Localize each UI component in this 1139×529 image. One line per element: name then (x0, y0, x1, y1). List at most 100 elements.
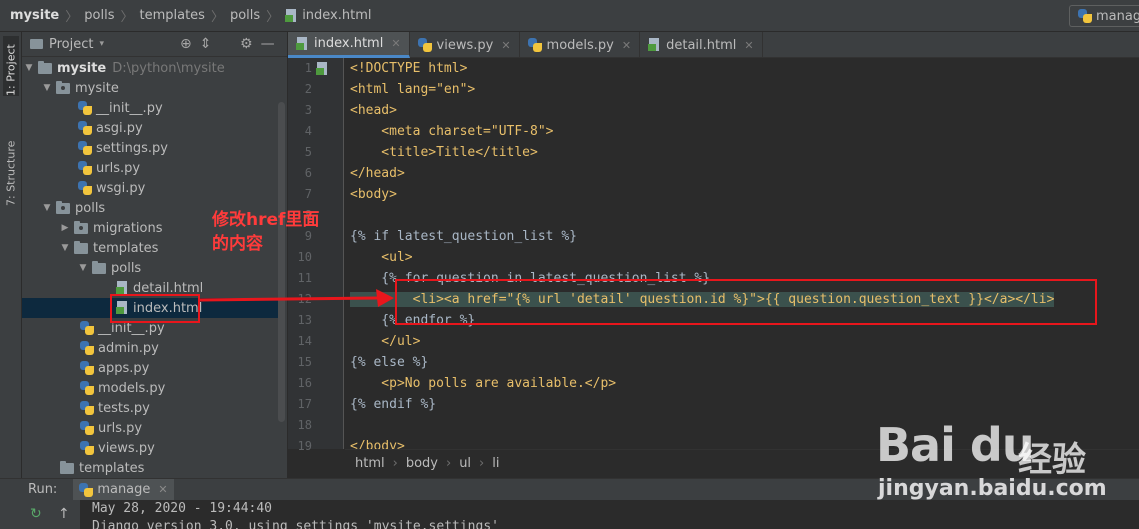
expand-arrow-icon[interactable]: ▼ (60, 243, 70, 253)
arrow-up-icon[interactable]: ↑ (58, 506, 70, 522)
code-text: </ul> (350, 334, 421, 349)
watermark-url: jingyan.baidu.com (878, 476, 1107, 501)
close-icon[interactable]: ✕ (622, 39, 631, 52)
project-folder-icon (30, 39, 43, 49)
tree-item-file[interactable]: urls.py (22, 418, 282, 438)
code-text: {% if latest_question_list %} (350, 229, 577, 244)
editor-crumb-body[interactable]: body (406, 456, 438, 471)
expand-arrow-icon[interactable]: ▼ (42, 203, 52, 213)
code-line: <html lang="en"> (350, 79, 475, 100)
run-tab-manage[interactable]: manage ✕ (73, 478, 174, 501)
editor-crumb-html[interactable]: html (355, 456, 385, 471)
close-icon[interactable]: ✕ (391, 37, 400, 50)
tree-item-label: urls.py (96, 160, 141, 176)
tab-index-html[interactable]: index.html ✕ (288, 32, 410, 58)
breadcrumb-mysite[interactable]: mysite (10, 8, 59, 23)
tree-item-file[interactable]: wsgi.py (22, 178, 282, 198)
expand-arrow-icon[interactable]: ▼ (42, 83, 52, 93)
tab-models-py[interactable]: models.py ✕ (520, 32, 641, 58)
code-line: <body> (350, 184, 397, 205)
code-line: <meta charset="UTF-8"> (350, 121, 553, 142)
line-number: 6 (304, 166, 312, 180)
breadcrumb-separator: › (445, 456, 452, 471)
code-line: </head> (350, 163, 405, 184)
breadcrumb-separator: 〉 (210, 10, 224, 25)
code-line: {% if latest_question_list %} (350, 226, 577, 247)
tree-item-file[interactable]: __init__.py (22, 98, 282, 118)
tree-item-file[interactable]: admin.py (22, 338, 282, 358)
tree-item-label: views.py (98, 440, 155, 456)
code-text: {% else %} (350, 355, 429, 370)
tree-item-file[interactable]: asgi.py (22, 118, 282, 138)
breadcrumb-polls-sub[interactable]: polls (230, 8, 260, 23)
expand-arrow-icon[interactable]: ▼ (78, 263, 88, 273)
watermark-logo: Bai du (876, 418, 1035, 472)
tree-item-mysite-pkg[interactable]: ▼ mysite (22, 78, 282, 98)
run-configuration-selector[interactable]: manag (1069, 5, 1139, 27)
breadcrumb-separator: › (479, 456, 485, 471)
expand-arrow-icon[interactable]: ▶ (60, 223, 70, 233)
tool-tab-structure[interactable]: 7: Structure (3, 124, 19, 206)
code-line: <head> (350, 100, 397, 121)
tree-item-templates-root[interactable]: templates (22, 458, 282, 478)
close-icon[interactable]: ✕ (501, 39, 510, 52)
html-file-icon (296, 36, 309, 51)
tree-item-label: wsgi.py (96, 180, 146, 196)
code-line: </ul> (350, 331, 420, 352)
python-file-icon (527, 38, 542, 52)
python-file-icon (417, 38, 432, 52)
locate-icon[interactable]: ⊕ (180, 36, 192, 52)
collapse-all-icon[interactable]: ⇕ (200, 36, 212, 52)
hide-panel-icon[interactable]: — (261, 36, 275, 52)
code-line: <p>No polls are available.</p> (350, 373, 616, 394)
tree-item-label: urls.py (98, 420, 143, 436)
tree-item-file[interactable]: models.py (22, 378, 282, 398)
editor-crumb-ul[interactable]: ul (459, 456, 471, 471)
html-file-gutter-icon[interactable] (316, 62, 329, 76)
breadcrumb-templates[interactable]: templates (139, 8, 204, 23)
line-number: 14 (297, 334, 312, 348)
expand-arrow-icon[interactable]: ▼ (24, 63, 34, 73)
python-file-icon (80, 341, 94, 355)
breadcrumb-polls[interactable]: polls (84, 8, 114, 23)
tree-item-file[interactable]: tests.py (22, 398, 282, 418)
project-tree-scrollbar[interactable] (278, 102, 285, 422)
close-icon[interactable]: ✕ (744, 39, 753, 52)
tree-item-label: mysite (57, 60, 107, 76)
tree-item-label: polls (75, 200, 106, 216)
tool-tab-project[interactable]: 1: Project (3, 36, 19, 96)
tree-item-label: mysite (75, 80, 119, 96)
tree-item-file[interactable]: views.py (22, 438, 282, 458)
tab-detail-html[interactable]: detail.html ✕ (640, 32, 763, 58)
python-file-icon (80, 401, 94, 415)
tree-item-file[interactable]: settings.py (22, 138, 282, 158)
tree-item-file[interactable]: urls.py (22, 158, 282, 178)
folder-icon (92, 260, 106, 274)
tree-item-mysite-root[interactable]: ▼ mysite D:\python\mysite (22, 58, 282, 78)
gear-icon[interactable]: ⚙ (240, 36, 253, 52)
chevron-down-icon[interactable]: ▾ (99, 39, 104, 49)
tree-item-polls-templates[interactable]: ▼ polls (22, 258, 282, 278)
line-number: 7 (304, 187, 312, 201)
project-view-selector[interactable]: Project (49, 37, 93, 52)
code-line: <!DOCTYPE html> (350, 58, 467, 79)
breadcrumb-separator: 〉 (120, 10, 134, 25)
line-number: 1 (304, 61, 312, 75)
code-text: <body> (350, 187, 397, 202)
python-file-icon (80, 421, 94, 435)
line-number: 16 (297, 376, 312, 390)
tree-item-file[interactable]: apps.py (22, 358, 282, 378)
code-text: <head> (350, 103, 397, 118)
editor-crumb-li[interactable]: li (492, 456, 499, 471)
breadcrumb-index-html[interactable]: index.html (285, 8, 372, 23)
tab-views-py[interactable]: views.py ✕ (410, 32, 520, 58)
code-text: </head> (350, 166, 405, 181)
python-file-icon (80, 361, 94, 375)
breadcrumb-separator: › (392, 456, 398, 471)
code-text: <title>Title</title> (350, 145, 538, 160)
rerun-icon[interactable]: ↻ (30, 506, 42, 522)
code-editor[interactable]: <!DOCTYPE html> <html lang="en"> <head> … (345, 58, 1139, 449)
breadcrumb-separator: 〉 (65, 10, 79, 25)
close-icon[interactable]: ✕ (158, 483, 167, 496)
tab-label: views.py (436, 37, 494, 53)
